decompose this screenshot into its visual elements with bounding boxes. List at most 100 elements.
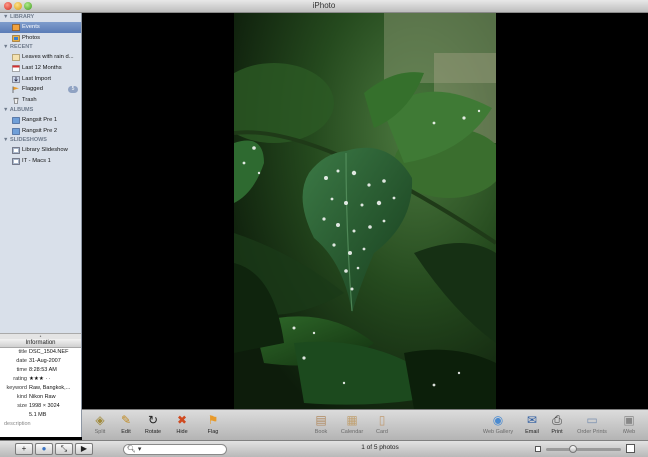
flag-button[interactable]: ⚑ Flag xyxy=(199,412,227,439)
split-label: Split xyxy=(94,429,106,435)
zoom-slider[interactable] xyxy=(546,445,621,453)
iweb-label: iWeb xyxy=(622,429,636,435)
info-value-date[interactable]: 31-Aug-2007 xyxy=(29,357,81,366)
calendar-button[interactable]: ▦ Calendar xyxy=(338,412,366,439)
book-label: Book xyxy=(314,429,328,435)
hide-x-icon: ✖ xyxy=(176,413,188,427)
title-bar: iPhoto xyxy=(0,0,648,13)
rating-stars[interactable]: ★★★ · · xyxy=(29,375,81,384)
search-icon[interactable]: 🔍︎ ▾ xyxy=(127,445,141,455)
library-header-label: LIBRARY xyxy=(9,14,35,20)
bottom-bar: + ● ⤡ ▶ 🔍︎ ▾ 1 of 5 photos xyxy=(0,440,648,457)
photos-icon xyxy=(12,34,20,42)
sidebar-item-label: Rangsit Pre 2 xyxy=(22,127,58,134)
recent-header: ▼ RECENT xyxy=(3,44,33,51)
sidebar-item-label: IT - Macs 1 xyxy=(22,157,51,164)
email-button[interactable]: ✉ Email xyxy=(518,412,546,439)
trash-icon xyxy=(12,97,20,104)
sidebar-item-last-12-months[interactable]: Last 12 Months xyxy=(0,63,81,74)
description-field[interactable]: description xyxy=(0,421,81,427)
slideshows-header-label: SLIDESHOWS xyxy=(9,137,47,144)
zoom-small-icon[interactable] xyxy=(535,446,541,452)
sidebar-item-label: Rangsit Pre 1 xyxy=(22,116,58,123)
sidebar-item-leaves-event[interactable]: Leaves with rain d... xyxy=(0,52,81,63)
info-value-filesize: 5.1 MB xyxy=(29,412,47,418)
print-icon: ⎙ xyxy=(552,413,562,427)
calendar-label: Calendar xyxy=(340,429,364,435)
info-label: date xyxy=(16,358,27,364)
split-button[interactable]: ◈ Split xyxy=(86,412,114,439)
order-prints-icon: ▭ xyxy=(586,413,598,427)
slideshow-icon xyxy=(12,158,20,165)
information-pane: • Information title DSC_1504.NEF date 31-A… xyxy=(0,333,82,437)
sidebar-item-events[interactable]: Events xyxy=(0,22,81,33)
info-row-filesize: 5.1 MB xyxy=(0,411,81,420)
split-icon: ◈ xyxy=(95,413,105,427)
sidebar-item-trash[interactable]: Trash xyxy=(0,95,81,106)
order-prints-label: Order Prints xyxy=(577,429,607,435)
info-row-time: time 8:28:53 AM xyxy=(0,366,81,375)
sidebar-item-it-macs-1[interactable]: IT - Macs 1 xyxy=(0,156,81,167)
email-icon: ✉ xyxy=(526,413,538,427)
play-slideshow-button[interactable]: ▶ xyxy=(75,443,93,455)
info-label xyxy=(0,411,29,420)
web-gallery-button[interactable]: ◉ Web Gallery xyxy=(482,412,514,439)
info-label: size xyxy=(17,403,27,409)
info-row-keyword: keyword Raw, Bangkok,... xyxy=(0,384,81,393)
card-icon: ▯ xyxy=(378,413,386,427)
info-value-title[interactable]: DSC_1504.NEF xyxy=(29,348,81,357)
add-button[interactable]: + xyxy=(15,443,33,455)
print-label: Print xyxy=(551,429,563,435)
event-thumbnail-icon xyxy=(12,54,20,62)
info-value-dimensions: 1998 × 3024 xyxy=(29,403,60,409)
info-label: rating xyxy=(13,376,27,382)
album-icon xyxy=(12,117,20,124)
sidebar-item-last-import[interactable]: Last Import xyxy=(0,74,81,85)
zoom-slider-knob[interactable] xyxy=(569,445,578,453)
zoom-large-icon[interactable] xyxy=(626,444,635,453)
web-gallery-icon: ◉ xyxy=(492,413,504,427)
email-label: Email xyxy=(525,429,539,435)
pencil-icon: ✎ xyxy=(120,413,132,427)
sidebar-item-label: Last Import xyxy=(22,75,51,82)
card-button[interactable]: ▯ Card xyxy=(368,412,396,439)
rotate-icon: ↻ xyxy=(147,413,159,427)
fullscreen-button[interactable]: ⤡ xyxy=(55,443,73,455)
card-label: Card xyxy=(376,429,388,435)
photo-count-label: 1 of 5 photos xyxy=(361,444,399,451)
info-toggle-button[interactable]: ● xyxy=(35,443,53,455)
photo-leaves-with-rain-drops[interactable] xyxy=(234,13,496,409)
info-label: title xyxy=(18,349,27,355)
web-gallery-label: Web Gallery xyxy=(482,429,514,435)
import-icon xyxy=(12,75,20,83)
sidebar-item-label: Trash xyxy=(22,97,37,104)
edit-button[interactable]: ✎ Edit xyxy=(112,412,140,439)
hide-button[interactable]: ✖ Hide xyxy=(168,412,196,439)
sidebar-item-rangsit-pre-1[interactable]: Rangsit Pre 1 xyxy=(0,115,81,126)
book-button[interactable]: ▤ Book xyxy=(307,412,335,439)
iweb-icon: ▣ xyxy=(623,413,635,427)
window-title: iPhoto xyxy=(312,1,336,10)
calendar-icon xyxy=(12,65,20,72)
print-button[interactable]: ⎙ Print xyxy=(543,412,571,439)
iweb-button[interactable]: ▣ iWeb xyxy=(615,412,643,439)
leaf-photo-image xyxy=(234,13,496,409)
edit-toolbar: ◈ Split ✎ Edit ↻ Rotate ✖ Hide ⚑ Flag ▤ … xyxy=(82,409,648,440)
info-value-time[interactable]: 8:28:53 AM xyxy=(29,366,81,375)
sidebar-item-label: Photos xyxy=(22,34,41,41)
sidebar-item-photos[interactable]: Photos xyxy=(0,33,81,44)
photo-viewer xyxy=(82,13,648,409)
sidebar-item-flagged[interactable]: Flagged 5 xyxy=(0,84,81,95)
info-label: keyword xyxy=(6,385,27,391)
order-prints-button[interactable]: ▭ Order Prints xyxy=(576,412,608,439)
edit-label: Edit xyxy=(121,429,131,435)
sidebar-item-library-slideshow[interactable]: Library Slideshow xyxy=(0,145,81,156)
rotate-button[interactable]: ↻ Rotate xyxy=(139,412,167,439)
sidebar-item-label: Last 12 Months xyxy=(22,65,62,72)
info-label: time xyxy=(16,367,27,373)
search-input[interactable]: 🔍︎ ▾ xyxy=(123,444,227,455)
recent-header-label: RECENT xyxy=(9,44,33,51)
hide-label: Hide xyxy=(176,429,188,435)
slideshow-icon xyxy=(12,147,20,154)
sidebar-item-rangsit-pre-2[interactable]: Rangsit Pre 2 xyxy=(0,126,81,137)
